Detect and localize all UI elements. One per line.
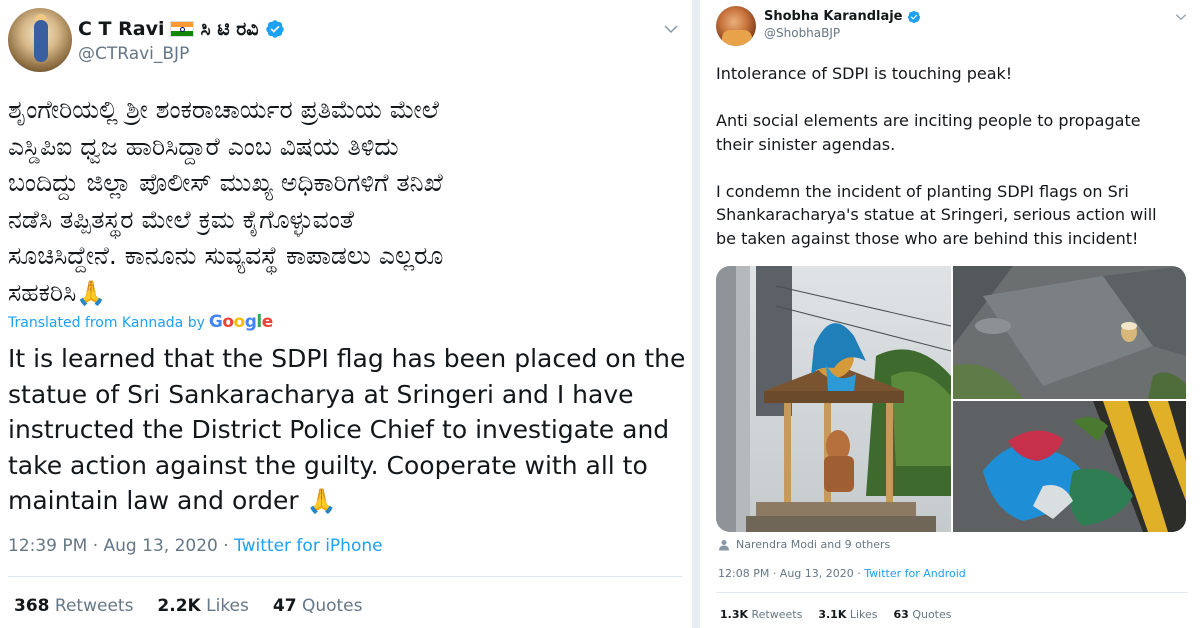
likes-label: Likes xyxy=(200,596,249,616)
kannada-line: ಶೃಂಗೇರಿಯಲ್ಲಿ ಶ್ರೀ ಶಂಕರಾಚಾರ್ಯರ ಪ್ರತಿಮೆಯ ಮ… xyxy=(8,95,439,124)
kannada-line: ಸೂಚಿಸಿದ್ದೇನೆ. ಕಾನೂನು ಸುವ್ಯವಸ್ಥೆ ಕಾಪಾಡಲು … xyxy=(8,241,444,270)
quotes-label: Quotes xyxy=(296,596,363,616)
tweet-stats: 368 Retweets 2.2K Likes 47 Quotes xyxy=(14,596,363,616)
avatar[interactable] xyxy=(716,6,756,46)
english-line: maintain law and order xyxy=(8,486,299,515)
google-logo: Google xyxy=(208,312,273,332)
english-line: take action against the guilty. Cooperat… xyxy=(8,450,648,480)
author-handle[interactable]: @ShobhaBJP xyxy=(764,26,840,40)
kannada-line: ಬಂದಿದ್ದು ಜಿಲ್ಲಾ ಪೊಲೀಸ್ ಮುಖ್ಯ ಅಧಿಕಾರಿಗಳಿಗ… xyxy=(8,168,443,197)
translated-label: Translated from Kannada by xyxy=(8,315,205,331)
liked-by-row[interactable]: Narendra Modi and 9 others xyxy=(718,538,890,551)
source-link[interactable]: Twitter for iPhone xyxy=(234,536,383,556)
tweet-shobha-karandlaje: Shobha Karandlaje @ShobhaBJP Intolerance… xyxy=(700,0,1200,628)
likes-stat[interactable]: 3.1K Likes xyxy=(818,608,877,621)
tweet-text-english: It is learned that the SDPI flag has bee… xyxy=(8,341,686,520)
likes-label: Likes xyxy=(846,608,878,621)
kannada-line: ಎಸ್ಡಿಪಿಐ ಧ್ವಜ ಹಾರಿಸಿದ್ದಾರೆ ಎಂಬ ವಿಷಯ ತಿಳಿ… xyxy=(8,131,399,161)
quotes-stat[interactable]: 63 Quotes xyxy=(894,608,952,621)
retweets-count: 1.3K xyxy=(720,608,749,621)
author-name[interactable]: Shobha Karandlaje xyxy=(764,9,921,24)
folded-hands-emoji: 🙏 xyxy=(76,278,107,307)
translation-attribution[interactable]: Translated from Kannada by Google xyxy=(8,312,273,332)
retweets-label: Retweets xyxy=(748,608,803,621)
english-line: instructed the District Police Chief to … xyxy=(8,415,670,444)
verified-badge-icon xyxy=(907,10,920,23)
text-line: their sinister agendas. xyxy=(716,134,896,154)
india-flag-icon xyxy=(170,21,195,37)
tweet-timestamp: 12:39 PM · Aug 13, 2020 · Twitter for iP… xyxy=(8,536,383,556)
quotes-label: Quotes xyxy=(908,608,952,621)
photo-flags[interactable] xyxy=(953,401,1186,532)
kannada-line: ನಡೆಸಿ ತಪ್ಪಿತಸ್ಥರ ಮೇಲೆ ಕ್ರಮ ಕೈಗೊಳ್ಳುವಂತೆ xyxy=(8,204,355,234)
liked-by-text: Narendra Modi and 9 others xyxy=(736,538,891,551)
english-line: statue of Sri Sankaracharya at Sringeri … xyxy=(8,379,634,409)
timestamp-text[interactable]: 12:39 PM · Aug 13, 2020 · xyxy=(8,536,234,556)
quotes-count: 63 xyxy=(893,608,909,621)
chevron-down-icon[interactable] xyxy=(1174,10,1188,24)
tweet-text-kannada: ಶೃಂಗೇರಿಯಲ್ಲಿ ಶ್ರೀ ಶಂಕರಾಚಾರ್ಯರ ಪ್ರತಿಮೆಯ ಮ… xyxy=(8,92,678,311)
retweets-count: 368 xyxy=(14,596,50,616)
english-line-last: maintain law and order 🙏 xyxy=(8,483,684,520)
person-icon xyxy=(719,539,729,550)
author-name-text: Shobha Karandlaje xyxy=(764,9,903,24)
likes-count: 2.2K xyxy=(157,596,201,616)
likes-stat[interactable]: 2.2K Likes xyxy=(157,596,248,616)
author-name[interactable]: C T Ravi ಸಿ ಟಿ ರವಿ xyxy=(78,18,285,40)
text-line: Anti social elements are inciting people… xyxy=(716,111,1141,130)
quotes-stat[interactable]: 47 Quotes xyxy=(273,596,363,616)
author-name-kannada: ಸಿ ಟಿ ರವಿ xyxy=(200,18,259,40)
text-line: Intolerance of SDPI is touching peak! xyxy=(716,64,1013,83)
kannada-line-last: ಸಹಕರಿಸಿ🙏 xyxy=(8,275,678,312)
author-handle[interactable]: @CTRavi_BJP xyxy=(78,44,189,64)
photo-pavement[interactable] xyxy=(953,266,1186,399)
likes-count: 3.1K xyxy=(818,608,847,621)
retweets-label: Retweets xyxy=(49,596,134,616)
photo-statue[interactable] xyxy=(716,266,951,532)
verified-badge-icon xyxy=(265,20,284,38)
avatar[interactable] xyxy=(8,8,72,72)
quotes-count: 47 xyxy=(272,596,297,616)
author-name-text: C T Ravi xyxy=(78,18,165,40)
text-line: be taken against those who are behind th… xyxy=(716,228,1139,248)
text-line: Shankaracharya's statue at Sringeri, ser… xyxy=(716,205,1157,224)
divider xyxy=(716,592,1188,593)
retweets-stat[interactable]: 368 Retweets xyxy=(14,596,133,616)
tweet-ct-ravi: C T Ravi ಸಿ ಟಿ ರವಿ @CTRavi_BJP ಶೃಂಗೇರಿಯಲ… xyxy=(0,0,692,628)
retweets-stat[interactable]: 1.3K Retweets xyxy=(720,608,802,621)
text-line: I condemn the incident of planting SDPI … xyxy=(716,181,1129,201)
screenshot-separator xyxy=(692,0,700,628)
tweet-text: Intolerance of SDPI is touching peak! An… xyxy=(716,62,1186,250)
tweet-stats: 1.3K Retweets 3.1K Likes 63 Quotes xyxy=(720,608,952,621)
tweet-timestamp: 12:08 PM · Aug 13, 2020 · Twitter for An… xyxy=(718,567,966,580)
english-line: It is learned that the SDPI flag has bee… xyxy=(8,344,686,373)
media-grid xyxy=(716,266,1186,532)
chevron-down-icon[interactable] xyxy=(662,20,680,38)
folded-hands-emoji: 🙏 xyxy=(306,487,337,515)
source-link[interactable]: Twitter for Android xyxy=(864,567,966,580)
timestamp-text[interactable]: 12:08 PM · Aug 13, 2020 · xyxy=(718,567,864,580)
kannada-line: ಸಹಕರಿಸಿ xyxy=(8,277,77,307)
divider xyxy=(8,576,682,577)
